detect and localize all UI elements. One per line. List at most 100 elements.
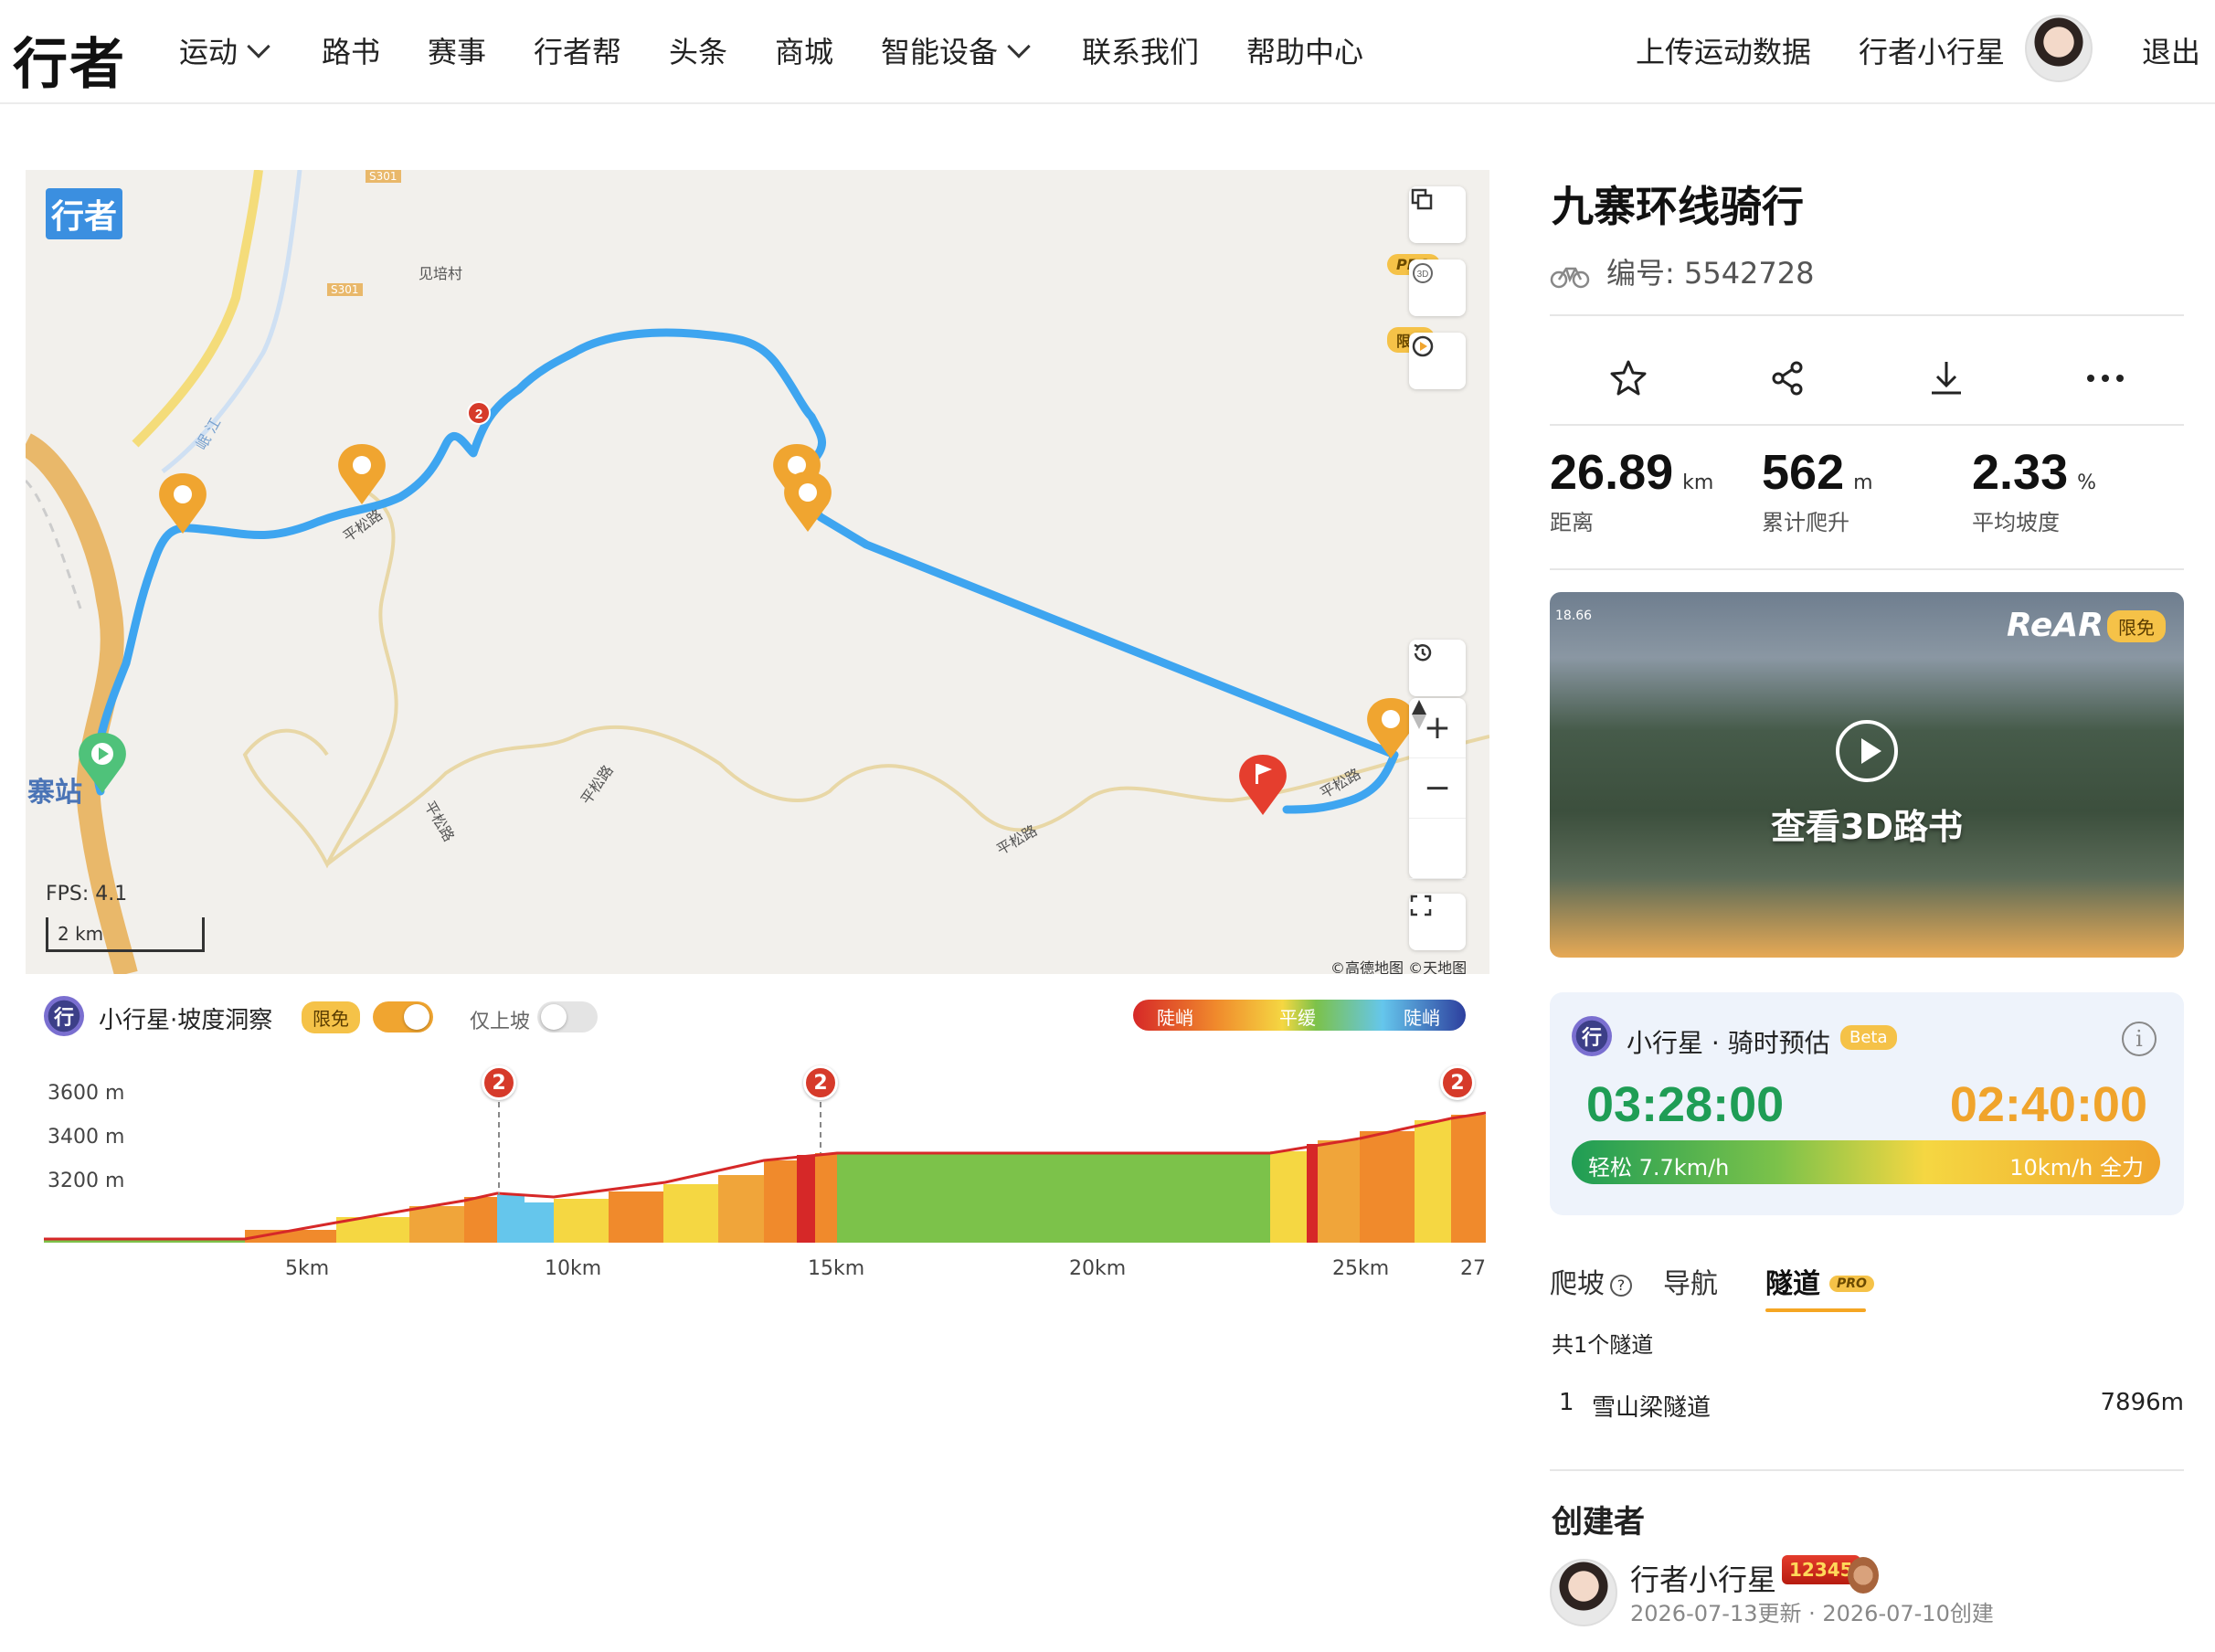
detail-tabs: 爬坡? 导航 隧道 PRO: [1550, 1261, 2184, 1312]
elev-segment: [718, 1175, 764, 1243]
bicycle-icon: [1550, 267, 1590, 289]
star-icon: [1610, 360, 1647, 396]
waypoint-pin[interactable]: [159, 473, 207, 534]
top-nav: 行者 运动 路书 赛事 行者帮 头条 商城 智能设备 联系我们 帮助中心 上传运…: [0, 0, 2215, 104]
speed-range-bar: 轻松 7.7km/h 10km/h 全力: [1572, 1140, 2160, 1184]
finish-pin[interactable]: [1239, 755, 1287, 815]
nav-item-events[interactable]: 赛事: [428, 29, 486, 71]
logout-link[interactable]: 退出: [2142, 29, 2200, 71]
slope-insight-bar: 行 小行星·坡度洞察 限免 仅上坡 陡峭 平缓 陡峭: [44, 996, 1469, 1038]
help-icon[interactable]: ?: [1610, 1275, 1632, 1297]
route-id: 编号: 5542728: [1550, 250, 1814, 292]
xiaoxingxing-icon: 行: [44, 996, 84, 1036]
favorite-button[interactable]: [1601, 351, 1656, 406]
zoom-out-button[interactable]: −: [1409, 758, 1466, 819]
stat-avg-grade: 2.33% 平均坡度: [1972, 445, 2097, 535]
pro-badge: PRO: [1829, 1276, 1874, 1292]
estimate-title: 小行星 · 骑时预估: [1627, 1028, 1830, 1058]
elev-segment: [797, 1155, 815, 1243]
climb-marker-icon[interactable]: 2: [1440, 1065, 1475, 1100]
avatar[interactable]: [2025, 15, 2093, 82]
more-button[interactable]: [2078, 351, 2133, 406]
x-tick: 10km: [545, 1257, 602, 1280]
place-label-village: 见培村: [419, 265, 463, 282]
elevation-profile[interactable]: 3600 m 3400 m 3200 m 2 2 2 5km 10km 15km…: [26, 1060, 1489, 1280]
3d-view-button[interactable]: 3D: [1409, 259, 1466, 316]
play-icon[interactable]: [1836, 720, 1898, 782]
3d-route-preview[interactable]: 18.66 ReAR 限免 查看3D路书: [1550, 592, 2184, 958]
nav-item-shop[interactable]: 商城: [775, 29, 833, 71]
elev-segment: [1270, 1151, 1307, 1243]
share-button[interactable]: [1760, 351, 1815, 406]
uphill-only-toggle[interactable]: [537, 1001, 598, 1032]
tab-tunnel[interactable]: 隧道 PRO: [1765, 1261, 1874, 1301]
divider: [1550, 424, 2184, 426]
chevron-down-icon: [247, 35, 270, 58]
route-map[interactable]: 2 行者 见培村 平松路 平松路 平松路 平松路 平松路 S301 S301 岷…: [26, 170, 1489, 974]
nav-item-help[interactable]: 帮助中心: [1246, 29, 1363, 71]
playback-button[interactable]: [1409, 333, 1466, 389]
elev-segment: [837, 1153, 1270, 1243]
free-badge: 限免: [2107, 610, 2166, 642]
layers-button[interactable]: [1409, 186, 1466, 243]
compass-button[interactable]: [1409, 700, 1466, 879]
creator-title: 创建者: [1552, 1504, 1645, 1541]
map-logo: 行者: [46, 188, 123, 239]
highway-label: S301: [327, 283, 363, 296]
history-icon: [1414, 643, 1432, 662]
stat-elevation-gain: 562 m 累计爬升: [1762, 445, 1873, 535]
upload-data-link[interactable]: 上传运动数据: [1636, 29, 1811, 71]
site-logo[interactable]: 行者: [13, 20, 126, 100]
divider: [1550, 568, 2184, 570]
slope-toggle[interactable]: [373, 1001, 433, 1032]
mountain-road-2: [325, 725, 1489, 866]
climb-marker-icon[interactable]: 2: [803, 1065, 838, 1100]
nav-item-routes[interactable]: 路书: [322, 29, 380, 71]
ride-time-estimate: 行 小行星 · 骑时预估 Beta i 03:28:00 02:40:00 轻松…: [1550, 992, 2184, 1215]
town-label: 寨站: [27, 777, 82, 809]
nav-item-contact[interactable]: 联系我们: [1082, 29, 1199, 71]
tab-navigation[interactable]: 导航: [1663, 1261, 1718, 1301]
mountain-road: [242, 488, 398, 869]
elev-segment: [1415, 1120, 1451, 1243]
route-line[interactable]: [92, 328, 1399, 814]
elev-segment: [1451, 1115, 1486, 1243]
tab-climb[interactable]: 爬坡?: [1550, 1261, 1632, 1301]
svg-text:2: 2: [475, 407, 482, 422]
divider: [1550, 1469, 2184, 1471]
highway-s301: [132, 170, 263, 448]
nav-item-devices[interactable]: 智能设备: [881, 29, 1031, 71]
nav-item-sport[interactable]: 运动: [179, 29, 270, 71]
free-badge: 限免: [302, 1001, 360, 1033]
download-icon: [1932, 362, 1961, 395]
reset-view-button[interactable]: [1409, 640, 1466, 696]
waypoint-pin[interactable]: [338, 444, 386, 504]
creator-dates: 2026-07-13更新 · 2026-07-10创建: [1630, 1601, 1994, 1626]
elev-segment: [1360, 1131, 1415, 1243]
elev-segment: [609, 1191, 663, 1243]
info-icon[interactable]: i: [2122, 1022, 2157, 1056]
zoom-controls: + −: [1409, 698, 1466, 879]
rotate-3d-icon: 3D: [1413, 263, 1433, 283]
x-tick: 5km: [285, 1257, 330, 1280]
avatar[interactable]: [1550, 1559, 1617, 1626]
elevation-bars: [44, 1115, 1486, 1243]
map-canvas: 2: [26, 170, 1489, 974]
creator-name[interactable]: 行者小行星: [1630, 1557, 1776, 1599]
elevation-canvas: [44, 1102, 1487, 1243]
uphill-only-label: 仅上坡: [470, 1011, 531, 1033]
username-link[interactable]: 行者小行星: [1859, 29, 2005, 71]
fullscreen-button[interactable]: [1409, 894, 1466, 950]
nav-item-news[interactable]: 头条: [669, 29, 727, 71]
elev-segment: [663, 1184, 718, 1243]
climb-marker-icon[interactable]: 2: [467, 401, 491, 425]
elev-segment: [497, 1195, 525, 1243]
climb-marker-icon[interactable]: 2: [482, 1065, 516, 1100]
tunnel-count: 共1个隧道: [1552, 1332, 1654, 1358]
xiaoxingxing-icon: 行: [1572, 1016, 1612, 1056]
nav-item-clubs[interactable]: 行者帮: [534, 29, 621, 71]
download-button[interactable]: [1919, 351, 1974, 406]
compass-icon: [1412, 700, 1426, 729]
highway-label: S301: [366, 170, 401, 183]
x-tick: 20km: [1069, 1257, 1127, 1280]
